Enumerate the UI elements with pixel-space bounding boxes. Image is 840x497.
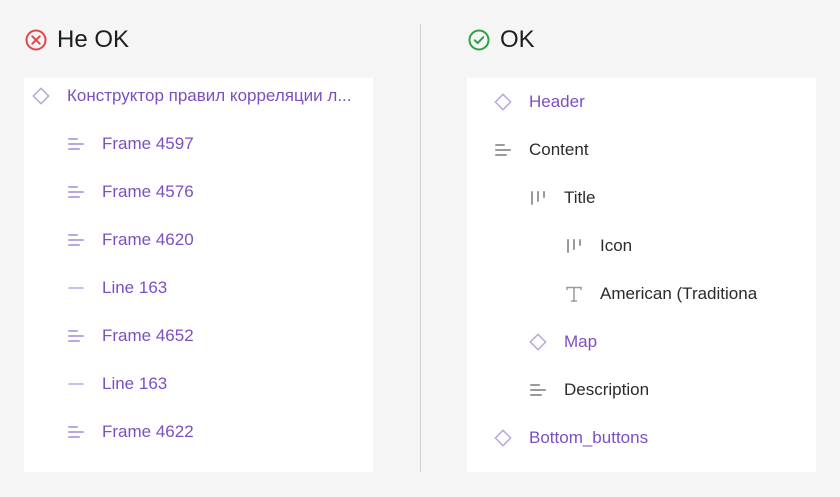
- header-title: OK: [500, 26, 535, 53]
- component-diamond-icon: [493, 428, 513, 448]
- column-divider: [420, 24, 421, 472]
- layer-label: American (Traditiona: [600, 284, 758, 303]
- layer-label: Конструктор правил корреляции л...: [67, 86, 352, 105]
- text-icon: [564, 284, 584, 304]
- component-diamond-icon: [493, 92, 513, 112]
- layer-row[interactable]: Frame 4652: [66, 324, 194, 348]
- header-not-ok: Не OK: [25, 26, 129, 54]
- component-diamond-icon: [528, 332, 548, 352]
- header-ok: OK: [468, 26, 535, 54]
- line-icon: [66, 468, 86, 472]
- auto-layout-left-icon: [66, 134, 86, 154]
- layer-row[interactable]: Title: [528, 186, 596, 210]
- layer-label: Frame 4622: [102, 422, 194, 441]
- layer-label: Frame 4652: [102, 326, 194, 345]
- layer-row[interactable]: Map: [528, 330, 597, 354]
- layer-row[interactable]: Конструктор правил корреляции л...: [31, 84, 351, 108]
- auto-layout-left-icon: [528, 380, 548, 400]
- error-circle-icon: [25, 29, 47, 51]
- auto-layout-left-icon: [493, 140, 513, 160]
- layer-row[interactable]: Description: [528, 378, 649, 402]
- layers-panel-bad: Конструктор правил корреляции л... Frame…: [24, 78, 373, 472]
- layer-row-cutoff: [66, 466, 102, 472]
- layer-row[interactable]: Header: [493, 90, 585, 114]
- line-icon: [66, 278, 86, 298]
- layer-row[interactable]: American (Traditiona: [564, 282, 757, 306]
- auto-layout-horizontal-icon: [528, 188, 548, 208]
- auto-layout-left-icon: [66, 230, 86, 250]
- layer-label: Header: [529, 92, 585, 111]
- layer-label: Title: [564, 188, 596, 207]
- layer-label: Frame 4597: [102, 134, 194, 153]
- layer-label: Line 163: [102, 374, 168, 393]
- auto-layout-left-icon: [66, 182, 86, 202]
- auto-layout-left-icon: [66, 326, 86, 346]
- layer-label: Frame 4576: [102, 182, 194, 201]
- layer-label: Content: [529, 140, 589, 159]
- component-diamond-icon: [31, 86, 51, 106]
- layer-label: Bottom_buttons: [529, 428, 649, 447]
- layer-row[interactable]: Frame 4597: [66, 132, 194, 156]
- layer-label: Description: [564, 380, 650, 399]
- header-title: Не OK: [57, 26, 130, 53]
- layer-label: Line 163: [102, 278, 168, 297]
- layer-label: Map: [564, 332, 598, 351]
- layer-row[interactable]: Content: [493, 138, 589, 162]
- layer-row[interactable]: Line 163: [66, 372, 167, 396]
- layer-row[interactable]: Line 163: [66, 276, 167, 300]
- layer-row[interactable]: Icon: [564, 234, 632, 258]
- line-icon: [66, 374, 86, 394]
- check-circle-icon: [468, 29, 490, 51]
- layers-panel-good: Header Content Title Icon American (Trad…: [467, 78, 816, 472]
- layer-row[interactable]: Frame 4622: [66, 420, 194, 444]
- auto-layout-left-icon: [66, 422, 86, 442]
- layer-row[interactable]: Bottom_buttons: [493, 426, 648, 450]
- layer-label: Icon: [600, 236, 633, 255]
- layer-label: Frame 4620: [102, 230, 194, 249]
- layer-row[interactable]: Frame 4576: [66, 180, 194, 204]
- auto-layout-horizontal-icon: [564, 236, 584, 256]
- layer-row[interactable]: Frame 4620: [66, 228, 194, 252]
